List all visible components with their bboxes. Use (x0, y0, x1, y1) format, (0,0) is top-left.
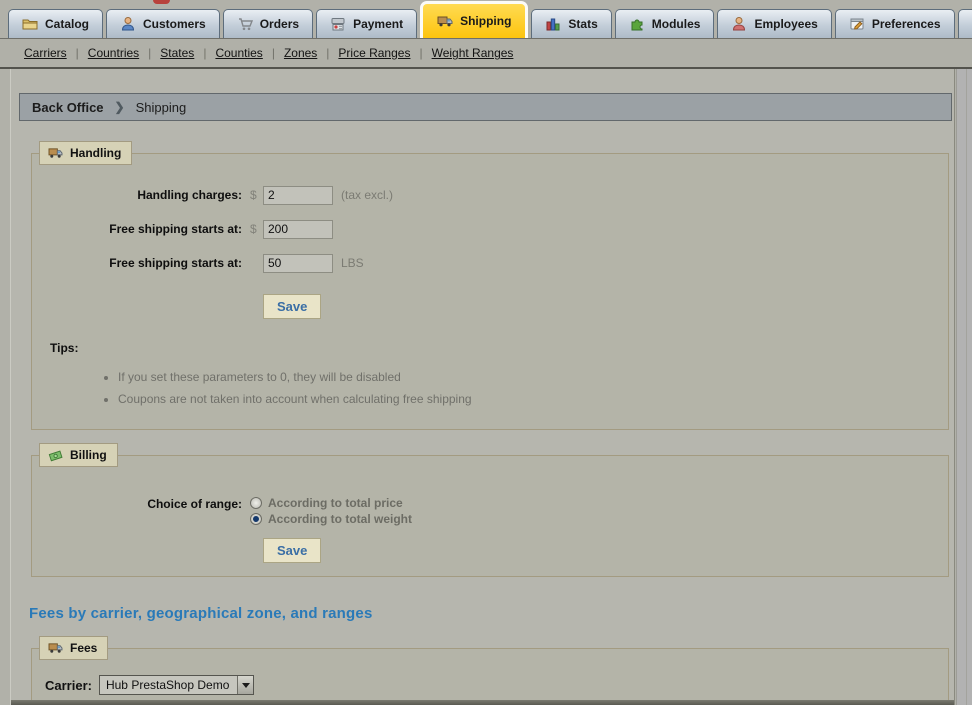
free-shipping-price-label: Free shipping starts at: (32, 222, 242, 236)
preferences-icon (849, 16, 865, 32)
lbs-unit-label: LBS (341, 256, 364, 270)
handling-fieldset: Handling Handling charges: $ (tax excl.)… (31, 153, 949, 430)
billing-fieldset: Billing Choice of range: According to to… (31, 455, 949, 577)
shipping-submenu: Carriers | Countries | States | Counties… (0, 38, 972, 69)
tip-item: Coupons are not taken into account when … (118, 392, 948, 406)
orders-icon (237, 16, 253, 32)
submenu-item-countries[interactable]: Countries (79, 46, 148, 60)
fees-legend: Fees (39, 636, 108, 660)
tab-customers[interactable]: Customers (106, 9, 220, 38)
tips-list: If you set these parameters to 0, they w… (118, 370, 948, 406)
main-tab-bar: Catalog Customers Orders Payment Shippin… (8, 0, 972, 38)
currency-prefix: $ (250, 222, 260, 236)
truck-icon (48, 147, 63, 160)
clipped-bottom-edge (11, 700, 954, 705)
fees-legend-label: Fees (70, 641, 97, 655)
submenu-item-counties[interactable]: Counties (206, 46, 271, 60)
carrier-select[interactable]: Hub PrestaShop Demo (99, 675, 254, 695)
tab-label: Shipping (460, 14, 511, 28)
tips-title: Tips: (50, 341, 948, 355)
employees-icon (731, 16, 747, 32)
fees-fieldset: Fees Carrier: Hub PrestaShop Demo (31, 648, 949, 705)
radio-total-price[interactable] (250, 497, 262, 509)
tab-stats[interactable]: Stats (531, 9, 611, 38)
currency-prefix: $ (250, 188, 260, 202)
tab-label: Customers (143, 17, 206, 31)
submenu-item-zones[interactable]: Zones (275, 46, 326, 60)
range-options: According to total price According to to… (250, 496, 412, 526)
fees-section-heading: Fees by carrier, geographical zone, and … (29, 605, 373, 622)
submenu-item-price-ranges[interactable]: Price Ranges (329, 46, 419, 60)
free-shipping-weight-row: Free shipping starts at: LBS (32, 250, 948, 276)
option-total-weight[interactable]: According to total weight (250, 512, 412, 526)
free-shipping-weight-label: Free shipping starts at: (32, 256, 242, 270)
carrier-row: Carrier: Hub PrestaShop Demo (45, 675, 948, 695)
billing-save-button[interactable]: Save (263, 538, 321, 563)
option-total-weight-label: According to total weight (268, 512, 412, 526)
money-icon (48, 449, 63, 462)
free-shipping-price-row: Free shipping starts at: $ (32, 216, 948, 242)
tab-tools[interactable]: Tools (958, 9, 972, 38)
handling-legend: Handling (39, 141, 132, 165)
handling-charges-label: Handling charges: (32, 188, 242, 202)
choice-of-range-row: Choice of range: According to total pric… (32, 496, 948, 526)
payment-icon (330, 16, 346, 32)
catalog-icon (22, 16, 38, 32)
free-shipping-weight-input[interactable] (263, 254, 333, 273)
tab-label: Stats (568, 17, 597, 31)
tab-orders[interactable]: Orders (223, 9, 313, 38)
breadcrumb-current: Shipping (136, 100, 187, 115)
breadcrumb-chevron-icon: ❯ (115, 100, 125, 114)
handling-charges-input[interactable] (263, 186, 333, 205)
tab-catalog[interactable]: Catalog (8, 9, 103, 38)
modules-icon (629, 16, 645, 32)
tip-item: If you set these parameters to 0, they w… (118, 370, 948, 384)
dropdown-arrow-icon[interactable] (237, 676, 253, 694)
billing-legend-label: Billing (70, 448, 107, 462)
handling-legend-label: Handling (70, 146, 121, 160)
carrier-label: Carrier: (45, 678, 92, 693)
tab-shipping[interactable]: Shipping (420, 1, 528, 38)
tab-label: Orders (260, 17, 299, 31)
tab-modules[interactable]: Modules (615, 9, 715, 38)
tab-label: Catalog (45, 17, 89, 31)
radio-total-weight[interactable] (250, 513, 262, 525)
content-area: Back Office ❯ Shipping Handling Handling… (10, 69, 955, 705)
stats-icon (545, 16, 561, 32)
carrier-selected-value: Hub PrestaShop Demo (106, 678, 237, 692)
tab-employees[interactable]: Employees (717, 9, 831, 38)
truck-icon (48, 642, 63, 655)
right-edge-strip (956, 69, 972, 705)
tab-payment[interactable]: Payment (316, 9, 417, 38)
tax-excl-note: (tax excl.) (341, 188, 393, 202)
handling-save-button[interactable]: Save (263, 294, 321, 319)
tab-label: Preferences (872, 17, 941, 31)
billing-legend: Billing (39, 443, 118, 467)
choice-of-range-label: Choice of range: (32, 496, 242, 511)
tab-label: Employees (754, 17, 817, 31)
tab-label: Modules (652, 17, 701, 31)
submenu-item-carriers[interactable]: Carriers (15, 46, 76, 60)
breadcrumb: Back Office ❯ Shipping (19, 93, 952, 121)
submenu-item-states[interactable]: States (151, 46, 203, 60)
breadcrumb-root-link[interactable]: Back Office (32, 100, 104, 115)
handling-charges-row: Handling charges: $ (tax excl.) (32, 182, 948, 208)
tab-label: Payment (353, 17, 403, 31)
shipping-icon (437, 13, 453, 29)
customers-icon (120, 16, 136, 32)
option-total-price[interactable]: According to total price (250, 496, 412, 510)
free-shipping-price-input[interactable] (263, 220, 333, 239)
tab-preferences[interactable]: Preferences (835, 9, 955, 38)
submenu-item-weight-ranges[interactable]: Weight Ranges (423, 46, 523, 60)
option-total-price-label: According to total price (268, 496, 403, 510)
